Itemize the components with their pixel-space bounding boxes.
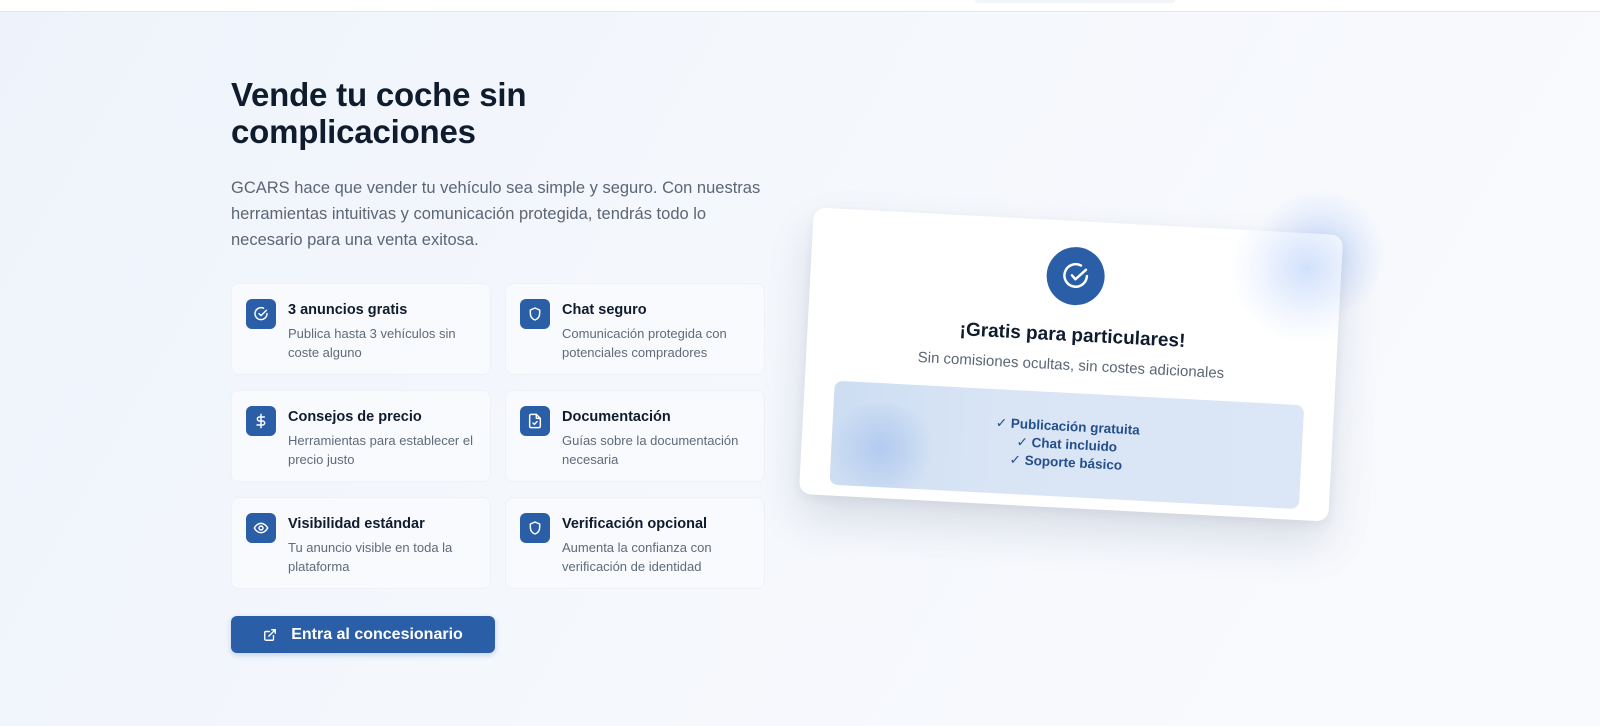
document-check-icon xyxy=(520,406,550,436)
feature-description: Guías sobre la documentación necesaria xyxy=(562,433,739,467)
enter-dealership-button[interactable]: Entra al concesionario xyxy=(231,616,495,653)
perks-box-glow xyxy=(829,400,944,497)
check-circle-icon xyxy=(246,299,276,329)
cta-label: Entra al concesionario xyxy=(291,625,463,643)
feature-card-price-tips: Consejos de precio Herramientas para est… xyxy=(231,390,491,482)
hero-intro: GCARS hace que vender tu vehículo sea si… xyxy=(231,179,761,249)
feature-title: 3 anuncios gratis xyxy=(288,302,408,318)
promo-card: ¡Gratis para particulares! Sin comisione… xyxy=(798,207,1344,522)
feature-title: Documentación xyxy=(562,409,671,425)
feature-title: Chat seguro xyxy=(562,302,647,318)
features-grid: 3 anuncios gratis Publica hasta 3 vehícu… xyxy=(231,283,771,589)
feature-card-visibility: Visibilidad estándar Tu anuncio visible … xyxy=(231,497,491,589)
shield-icon xyxy=(520,513,550,543)
feature-title: Verificación opcional xyxy=(562,516,708,532)
header-tab-edge xyxy=(975,0,1175,3)
external-link-icon xyxy=(264,628,277,641)
feature-title: Consejos de precio xyxy=(288,409,422,425)
feature-description: Herramientas para establecer el precio j… xyxy=(288,433,473,467)
shield-icon xyxy=(520,299,550,329)
dollar-icon xyxy=(246,406,276,436)
feature-description: Tu anuncio visible en toda la plataforma xyxy=(288,540,453,574)
feature-title: Visibilidad estándar xyxy=(288,516,425,532)
feature-card-documentation: Documentación Guías sobre la documentaci… xyxy=(505,390,765,482)
check-circle-icon xyxy=(1045,245,1107,307)
eye-icon xyxy=(246,513,276,543)
feature-card-verification: Verificación opcional Aumenta la confian… xyxy=(505,497,765,589)
feature-card-free-listings: 3 anuncios gratis Publica hasta 3 vehícu… xyxy=(231,283,491,375)
feature-description: Comunicación protegida con potenciales c… xyxy=(562,326,727,360)
hero-section: Vende tu coche sin complicaciones GCARS … xyxy=(231,76,771,653)
feature-description: Publica hasta 3 vehículos sin coste algu… xyxy=(288,326,456,360)
header-bottom-edge xyxy=(0,0,1600,12)
feature-description: Aumenta la confianza con verificación de… xyxy=(562,540,712,574)
feature-card-secure-chat: Chat seguro Comunicación protegida con p… xyxy=(505,283,765,375)
page-title: Vende tu coche sin complicaciones xyxy=(231,76,527,150)
perks-box: ✓ Publicación gratuita ✓ Chat incluido ✓… xyxy=(829,380,1305,510)
